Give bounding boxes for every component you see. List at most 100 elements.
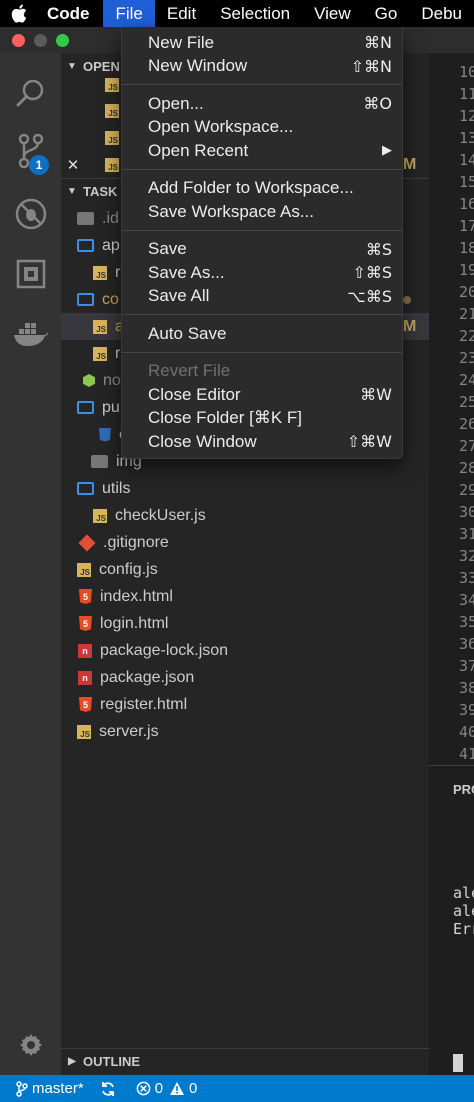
css-file-icon xyxy=(99,427,111,442)
tree-item[interactable]: n package.json xyxy=(61,664,429,691)
tree-item[interactable]: JS checkUser.js xyxy=(61,502,429,529)
line-number: 16 xyxy=(459,195,474,213)
nodejs-icon xyxy=(83,374,95,387)
menu-item-close-folder-k-f[interactable]: Close Folder [⌘K F] xyxy=(122,407,402,430)
tree-item[interactable]: JS config.js xyxy=(61,556,429,583)
menu-item-new-window[interactable]: New Window ⇧⌘N xyxy=(122,55,402,78)
menu-separator xyxy=(122,314,402,315)
editor-gutter[interactable]: 10 11 12 13 14 15 16 17 18 19 20 21 22 23 24 25 26 27 28 29… xyxy=(429,53,474,765)
menu-item-add-folder-to-workspace[interactable]: Add Folder to Workspace... xyxy=(122,177,402,200)
menu-separator xyxy=(122,229,402,231)
menu-separator xyxy=(122,168,402,170)
minimize-window-button[interactable] xyxy=(34,34,47,47)
line-number: 36 xyxy=(459,635,474,653)
js-file-icon: JS xyxy=(105,77,119,92)
sync-button[interactable] xyxy=(100,1081,120,1097)
js-file-icon: JS xyxy=(93,319,107,334)
folder-icon xyxy=(77,293,94,306)
tree-item[interactable]: 5 register.html xyxy=(61,691,429,718)
line-number: 34 xyxy=(459,591,474,609)
menu-file[interactable]: File xyxy=(103,0,155,27)
problems-indicator[interactable]: 0 0 xyxy=(136,1080,197,1097)
tree-item[interactable]: utils xyxy=(61,475,429,502)
menu-item-save[interactable]: Save ⌘S xyxy=(122,238,402,261)
tree-item[interactable]: 5 index.html xyxy=(61,583,429,610)
panel-output-line: ale xyxy=(453,884,474,902)
line-number: 39 xyxy=(459,701,474,719)
chevron-down-icon: ▼ xyxy=(67,186,77,197)
menu-item-close-window[interactable]: Close Window ⇧⌘W xyxy=(122,430,402,453)
menu-item-save-all[interactable]: Save All ⌥⌘S xyxy=(122,285,402,308)
modified-badge: M xyxy=(403,155,417,173)
chevron-right-icon: ▶ xyxy=(68,1056,76,1067)
menu-item-save-workspace-as[interactable]: Save Workspace As... xyxy=(122,200,402,223)
menu-item-shortcut: ⇧⌘W xyxy=(346,432,392,451)
tree-item[interactable]: JS server.js xyxy=(61,718,429,745)
gear-icon[interactable] xyxy=(0,1031,61,1059)
close-window-button[interactable] xyxy=(12,34,25,47)
line-number: 17 xyxy=(459,217,474,235)
extensions-icon[interactable] xyxy=(0,259,61,289)
modified-dot-icon xyxy=(403,295,411,304)
menu-debug[interactable]: Debu xyxy=(409,0,474,27)
line-number: 23 xyxy=(459,349,474,367)
menu-go[interactable]: Go xyxy=(363,0,410,27)
menu-item-label: Close Window xyxy=(148,431,257,451)
terminal-cursor xyxy=(453,1054,463,1072)
line-number: 28 xyxy=(459,459,474,477)
line-number: 38 xyxy=(459,679,474,697)
menu-app-name[interactable]: Code xyxy=(39,0,104,27)
error-icon xyxy=(136,1081,151,1096)
menu-item-open-recent[interactable]: Open Recent ▶ xyxy=(122,139,402,162)
menu-item-auto-save[interactable]: Auto Save xyxy=(122,322,402,345)
menu-item-shortcut: ⌘O xyxy=(363,94,392,113)
outline-section-header[interactable]: ▶ OUTLINE xyxy=(61,1048,429,1074)
bottom-panel[interactable]: PRO ale ale Err xyxy=(429,765,474,1075)
js-file-icon: JS xyxy=(77,724,91,739)
menu-item-label: Close Editor xyxy=(148,384,241,404)
folder-icon xyxy=(77,239,94,252)
menu-item-open-workspace[interactable]: Open Workspace... xyxy=(122,116,402,139)
zoom-window-button[interactable] xyxy=(56,34,69,47)
tree-item[interactable]: n package-lock.json xyxy=(61,637,429,664)
tree-item[interactable]: 5 login.html xyxy=(61,610,429,637)
line-number: 32 xyxy=(459,547,474,565)
line-number: 29 xyxy=(459,481,474,499)
menu-item-open[interactable]: Open... ⌘O xyxy=(122,92,402,115)
folder-icon xyxy=(77,482,94,495)
menu-item-shortcut: ⌘N xyxy=(364,33,392,52)
menu-item-new-file[interactable]: New File ⌘N xyxy=(122,31,402,54)
status-bar: master* 0 0 xyxy=(0,1075,474,1102)
menu-selection[interactable]: Selection xyxy=(208,0,302,27)
line-number: 21 xyxy=(459,305,474,323)
menu-item-shortcut: ⌘W xyxy=(360,385,392,404)
npm-lock-icon: n xyxy=(78,643,92,658)
docker-icon[interactable] xyxy=(0,321,61,347)
branch-indicator[interactable]: master* xyxy=(16,1080,84,1097)
js-file-icon: JS xyxy=(105,157,119,172)
panel-output-line: ale xyxy=(453,902,474,920)
line-number: 37 xyxy=(459,657,474,675)
menu-edit[interactable]: Edit xyxy=(155,0,208,27)
macos-menu-bar: Code File Edit Selection View Go Debu xyxy=(0,0,474,27)
close-icon[interactable]: ✕ xyxy=(61,156,85,174)
npm-icon: n xyxy=(78,670,92,685)
panel-title[interactable]: PRO xyxy=(453,782,474,797)
menu-separator xyxy=(122,351,402,353)
html-file-icon: 5 xyxy=(79,697,92,712)
image-folder-icon xyxy=(91,455,108,468)
sync-icon xyxy=(101,1081,114,1096)
search-icon[interactable] xyxy=(0,77,61,109)
line-number: 18 xyxy=(459,239,474,257)
menu-item-close-editor[interactable]: Close Editor ⌘W xyxy=(122,383,402,406)
debug-icon[interactable] xyxy=(0,197,61,231)
menu-item-save-as[interactable]: Save As... ⇧⌘S xyxy=(122,261,402,284)
menu-view[interactable]: View xyxy=(302,0,363,27)
line-number: 35 xyxy=(459,613,474,631)
line-number: 13 xyxy=(459,129,474,147)
line-number: 27 xyxy=(459,437,474,455)
line-number: 20 xyxy=(459,283,474,301)
tree-item[interactable]: .gitignore xyxy=(61,529,429,556)
apple-menu-icon[interactable] xyxy=(0,0,39,27)
menu-item-label: Auto Save xyxy=(148,323,227,343)
